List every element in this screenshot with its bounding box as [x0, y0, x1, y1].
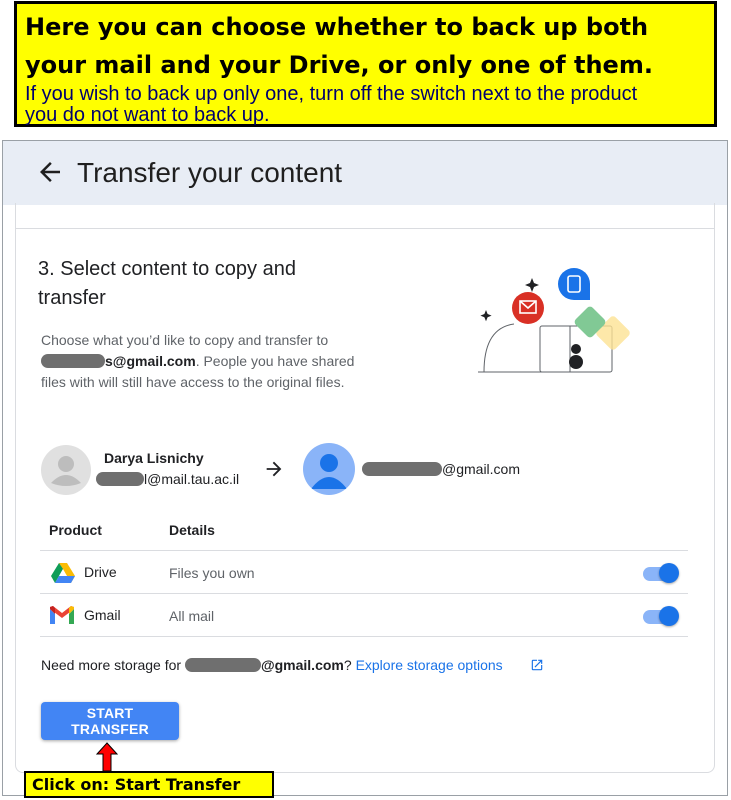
red-arrow-annotation — [95, 742, 119, 772]
source-name: Darya Lisnichy — [104, 450, 204, 466]
redacted-block — [184, 658, 261, 672]
destination-email: @gmail.com — [362, 461, 520, 477]
source-email: l@mail.tau.ac.il — [96, 471, 239, 487]
redacted-block — [96, 472, 144, 486]
desc-email: s@gmail.com — [105, 353, 196, 369]
click-instruction-callout: Click on: Start Transfer — [24, 771, 274, 798]
gmail-toggle[interactable] — [641, 605, 679, 627]
step-description: Choose what you’d like to copy and trans… — [41, 330, 381, 393]
redacted-block — [41, 354, 105, 368]
destination-avatar — [303, 443, 355, 495]
table-divider — [40, 593, 688, 594]
gmail-icon — [50, 606, 74, 624]
callout-line-3: If you wish to back up only one, turn of… — [25, 83, 638, 105]
transfer-illustration — [478, 268, 630, 373]
source-email-text: l@mail.tau.ac.il — [144, 471, 240, 487]
toggle-knob — [659, 563, 679, 583]
callout-line-1: Here you can choose whether to back up b… — [25, 13, 649, 41]
arrow-right-icon — [266, 461, 282, 477]
person-icon — [51, 456, 81, 486]
divider — [16, 228, 714, 229]
drive-toggle[interactable] — [641, 562, 679, 584]
product-details-drive: Files you own — [169, 565, 255, 581]
product-name-drive: Drive — [84, 564, 117, 580]
header-bar: Transfer your content — [3, 141, 727, 205]
storage-question-mark: ? — [343, 657, 352, 673]
person-icon — [311, 454, 347, 489]
storage-prefix: Need more storage for — [41, 657, 182, 673]
product-name-gmail: Gmail — [84, 607, 121, 623]
start-transfer-button[interactable]: START TRANSFER — [41, 702, 179, 740]
product-details-gmail: All mail — [169, 608, 215, 624]
column-header-product: Product — [49, 522, 102, 538]
page-title: Transfer your content — [77, 157, 343, 188]
toggle-knob — [659, 606, 679, 626]
arrow-left-icon[interactable] — [35, 157, 65, 187]
destination-email-text: @gmail.com — [442, 461, 521, 477]
column-header-details: Details — [169, 522, 215, 538]
desc-prefix: Choose what you’d like to copy and trans… — [41, 332, 329, 348]
google-drive-icon — [51, 563, 75, 583]
storage-note: Need more storage for @gmail.com? Explor… — [41, 657, 503, 673]
callout-line-4: you do not want to back up. — [25, 104, 270, 126]
callout-line-2: your mail and your Drive, or only one of… — [25, 51, 653, 79]
table-divider — [40, 550, 688, 551]
explore-storage-link[interactable]: Explore storage options — [356, 657, 503, 673]
open-in-new-icon[interactable] — [530, 658, 544, 672]
table-divider — [40, 636, 688, 637]
source-avatar — [41, 445, 91, 495]
step-title: 3. Select content to copy and transfer — [38, 258, 296, 309]
redacted-block — [362, 462, 442, 476]
instruction-callout: Here you can choose whether to back up b… — [14, 1, 717, 127]
storage-email: @gmail.com — [260, 657, 344, 673]
